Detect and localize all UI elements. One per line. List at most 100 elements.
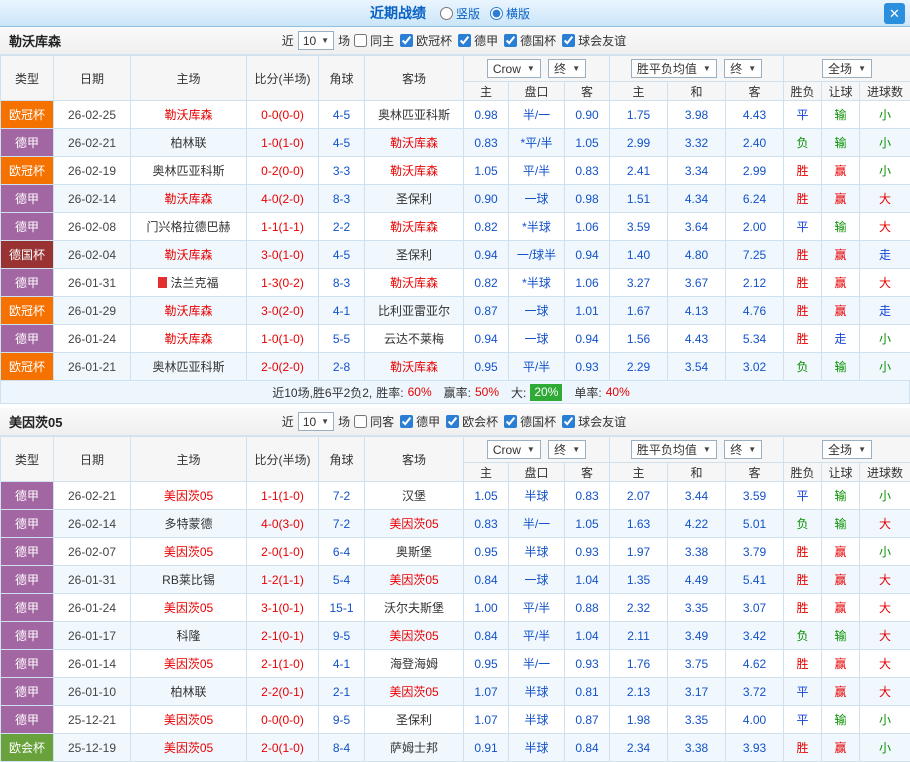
- away-team[interactable]: 圣保利: [365, 185, 464, 213]
- match-count-value: 10: [303, 415, 316, 429]
- asia-home-odds: 0.83: [464, 510, 509, 538]
- asia-handicap: 半球: [509, 706, 565, 734]
- topbar: 近期战绩 竖版 横版 ✕: [0, 0, 910, 27]
- home-team[interactable]: 勒沃库森: [131, 297, 247, 325]
- away-team[interactable]: 云达不莱梅: [365, 325, 464, 353]
- away-team[interactable]: 美因茨05: [365, 510, 464, 538]
- away-team[interactable]: 奥斯堡: [365, 538, 464, 566]
- odds-company-select[interactable]: Crow▼: [487, 440, 541, 459]
- match-row: 欧会杯25-12-19美因茨052-0(1-0)8-4萨姆士邦0.91半球0.8…: [1, 734, 910, 762]
- result-goals: 小: [860, 129, 910, 157]
- away-team[interactable]: 萨姆士邦: [365, 734, 464, 762]
- match-count-select[interactable]: 10▼: [298, 31, 334, 50]
- home-team[interactable]: 美因茨05: [131, 650, 247, 678]
- asia-away-odds: 0.93: [565, 538, 610, 566]
- same-venue-input[interactable]: [354, 34, 367, 47]
- home-team[interactable]: 门兴格拉德巴赫: [131, 213, 247, 241]
- summary-bar: 近10场,胜6平2负2, 胜率:60% 赢率:50% 大:20% 单率:40%: [0, 381, 910, 404]
- home-team[interactable]: 奥林匹亚科斯: [131, 157, 247, 185]
- home-team[interactable]: 勒沃库森: [131, 101, 247, 129]
- col-asia-home: 主: [464, 82, 509, 101]
- league-filter-checkbox[interactable]: 球会友谊: [562, 413, 626, 430]
- league-filter-checkbox[interactable]: 欧会杯: [446, 413, 498, 430]
- home-team[interactable]: 勒沃库森: [131, 185, 247, 213]
- away-team[interactable]: 美因茨05: [365, 566, 464, 594]
- away-team[interactable]: 圣保利: [365, 241, 464, 269]
- home-team[interactable]: 柏林联: [131, 129, 247, 157]
- section-filter-bar: 美因茨05 近 10▼ 场 同客 德甲 欧会杯 德国杯: [0, 408, 910, 436]
- away-team[interactable]: 海登海姆: [365, 650, 464, 678]
- corner-score: 2-2: [319, 213, 365, 241]
- odds-company-select[interactable]: Crow▼: [487, 59, 541, 78]
- away-team[interactable]: 比利亚雷亚尔: [365, 297, 464, 325]
- close-button[interactable]: ✕: [884, 3, 905, 24]
- home-team[interactable]: 多特蒙德: [131, 510, 247, 538]
- euro-draw-odds: 3.49: [668, 622, 726, 650]
- league-filter-checkbox[interactable]: 德国杯: [504, 413, 556, 430]
- league-filter-checkbox[interactable]: 德国杯: [504, 32, 556, 49]
- home-team[interactable]: 美因茨05: [131, 538, 247, 566]
- home-team[interactable]: 勒沃库森: [131, 325, 247, 353]
- scope-select[interactable]: 全场▼: [822, 440, 872, 459]
- away-team[interactable]: 勒沃库森: [365, 157, 464, 185]
- league-filter-label: 德国杯: [520, 413, 556, 430]
- league-filter-input[interactable]: [446, 415, 459, 428]
- away-team[interactable]: 勒沃库森: [365, 353, 464, 381]
- league-filter-checkbox[interactable]: 德甲: [400, 413, 440, 430]
- league-filter-input[interactable]: [504, 34, 517, 47]
- europe-stage-select[interactable]: 终▼: [724, 59, 762, 78]
- corner-score: 9-5: [319, 622, 365, 650]
- home-team[interactable]: 奥林匹亚科斯: [131, 353, 247, 381]
- home-team[interactable]: 柏林联: [131, 678, 247, 706]
- home-team[interactable]: 美因茨05: [131, 734, 247, 762]
- league-filter-input[interactable]: [562, 415, 575, 428]
- away-team[interactable]: 勒沃库森: [365, 269, 464, 297]
- same-venue-checkbox[interactable]: 同主: [354, 32, 394, 49]
- league-filter-input[interactable]: [400, 415, 413, 428]
- europe-odds-select[interactable]: 胜平负均值▼: [631, 59, 717, 78]
- layout-vertical-radio[interactable]: 竖版: [440, 5, 480, 22]
- horizontal-radio-input[interactable]: [490, 7, 503, 20]
- euro-away-odds: 5.41: [726, 566, 784, 594]
- league-filter-input[interactable]: [562, 34, 575, 47]
- home-team[interactable]: 科隆: [131, 622, 247, 650]
- league-filter-checkbox[interactable]: 欧冠杯: [400, 32, 452, 49]
- away-team[interactable]: 美因茨05: [365, 678, 464, 706]
- europe-odds-select[interactable]: 胜平负均值▼: [631, 440, 717, 459]
- away-team[interactable]: 美因茨05: [365, 622, 464, 650]
- match-count-select[interactable]: 10▼: [298, 412, 334, 431]
- same-venue-checkbox[interactable]: 同客: [354, 413, 394, 430]
- vertical-radio-input[interactable]: [440, 7, 453, 20]
- same-venue-input[interactable]: [354, 415, 367, 428]
- away-team[interactable]: 汉堡: [365, 482, 464, 510]
- asia-home-odds: 0.95: [464, 538, 509, 566]
- away-team[interactable]: 圣保利: [365, 706, 464, 734]
- league-filter-input[interactable]: [400, 34, 413, 47]
- league-filter-input[interactable]: [504, 415, 517, 428]
- away-team[interactable]: 沃尔夫斯堡: [365, 594, 464, 622]
- league-filter-checkbox[interactable]: 球会友谊: [562, 32, 626, 49]
- europe-stage-select[interactable]: 终▼: [724, 440, 762, 459]
- league-filter-checkbox[interactable]: 德甲: [458, 32, 498, 49]
- col-corner: 角球: [319, 56, 365, 101]
- result-goals: 小: [860, 538, 910, 566]
- home-team[interactable]: 美因茨05: [131, 706, 247, 734]
- home-team[interactable]: 勒沃库森: [131, 241, 247, 269]
- odds-stage-select[interactable]: 终▼: [548, 440, 586, 459]
- europe-stage-value: 终: [730, 441, 742, 458]
- odds-stage-select[interactable]: 终▼: [548, 59, 586, 78]
- match-date: 26-02-14: [54, 185, 131, 213]
- euro-away-odds: 3.72: [726, 678, 784, 706]
- away-team[interactable]: 奥林匹亚科斯: [365, 101, 464, 129]
- home-team[interactable]: RB莱比锡: [131, 566, 247, 594]
- layout-horizontal-radio[interactable]: 横版: [490, 5, 530, 22]
- match-date: 26-01-21: [54, 353, 131, 381]
- home-team[interactable]: 美因茨05: [131, 482, 247, 510]
- away-team[interactable]: 勒沃库森: [365, 213, 464, 241]
- home-team[interactable]: 法兰克福: [131, 269, 247, 297]
- away-team[interactable]: 勒沃库森: [365, 129, 464, 157]
- scope-select[interactable]: 全场▼: [822, 59, 872, 78]
- league-filter-input[interactable]: [458, 34, 471, 47]
- euro-away-odds: 6.24: [726, 185, 784, 213]
- home-team[interactable]: 美因茨05: [131, 594, 247, 622]
